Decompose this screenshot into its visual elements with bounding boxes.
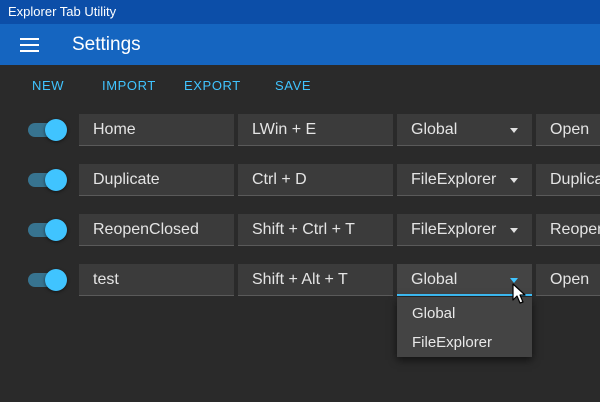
hotkey-action-select[interactable]: Open bbox=[536, 264, 600, 296]
hotkey-name-field[interactable]: test bbox=[79, 264, 234, 296]
hotkey-action-value: Open bbox=[550, 271, 590, 288]
hotkey-enabled-toggle[interactable] bbox=[28, 167, 68, 191]
hotkey-scope-value: FileExplorer bbox=[411, 221, 497, 238]
scope-option-fileexplorer[interactable]: FileExplorer bbox=[397, 328, 532, 357]
hotkey-action-select[interactable]: Duplicate bbox=[536, 164, 600, 196]
import-button[interactable]: IMPORT bbox=[102, 77, 156, 95]
hotkey-keys-field[interactable]: LWin + E bbox=[238, 114, 393, 146]
hotkey-scope-select[interactable]: FileExplorer bbox=[397, 164, 532, 196]
app-bar: Settings bbox=[0, 24, 600, 65]
hotkey-name-field[interactable]: Duplicate bbox=[79, 164, 234, 196]
hotkey-scope-select[interactable]: Global bbox=[397, 114, 532, 146]
caret-down-icon bbox=[510, 178, 518, 183]
hotkey-scope-value: FileExplorer bbox=[411, 171, 497, 188]
hotkey-keys-field[interactable]: Ctrl + D bbox=[238, 164, 393, 196]
hotkey-action-value: Open bbox=[550, 121, 590, 138]
hotkey-scope-value: Global bbox=[411, 121, 458, 138]
hotkey-scope-value: Global bbox=[411, 271, 458, 288]
window-title: Explorer Tab Utility bbox=[8, 4, 117, 19]
hamburger-menu-icon[interactable] bbox=[20, 38, 39, 52]
hotkey-action-value: Reopen bbox=[550, 221, 600, 238]
window-title-bar: Explorer Tab Utility bbox=[0, 0, 600, 24]
hotkey-enabled-toggle[interactable] bbox=[28, 267, 68, 291]
hotkey-enabled-toggle[interactable] bbox=[28, 217, 68, 241]
scope-dropdown-menu: Global FileExplorer bbox=[397, 297, 532, 357]
mouse-pointer-icon bbox=[512, 283, 526, 304]
hotkey-name-field[interactable]: Home bbox=[79, 114, 234, 146]
hotkey-scope-select[interactable]: FileExplorer bbox=[397, 214, 532, 246]
hotkey-keys-field[interactable]: Shift + Ctrl + T bbox=[238, 214, 393, 246]
caret-down-icon bbox=[510, 228, 518, 233]
page-title: Settings bbox=[72, 34, 141, 55]
hotkey-action-value: Duplicate bbox=[550, 171, 600, 188]
new-button[interactable]: NEW bbox=[32, 77, 64, 95]
hotkey-enabled-toggle[interactable] bbox=[28, 117, 68, 141]
save-button[interactable]: SAVE bbox=[275, 77, 311, 95]
caret-down-icon bbox=[510, 128, 518, 133]
hotkey-keys-field[interactable]: Shift + Alt + T bbox=[238, 264, 393, 296]
hotkey-name-field[interactable]: ReopenClosed bbox=[79, 214, 234, 246]
hotkey-action-select[interactable]: Reopen bbox=[536, 214, 600, 246]
toolbar: NEW IMPORT EXPORT SAVE bbox=[0, 65, 600, 105]
hotkey-action-select[interactable]: Open bbox=[536, 114, 600, 146]
export-button[interactable]: EXPORT bbox=[184, 77, 241, 95]
